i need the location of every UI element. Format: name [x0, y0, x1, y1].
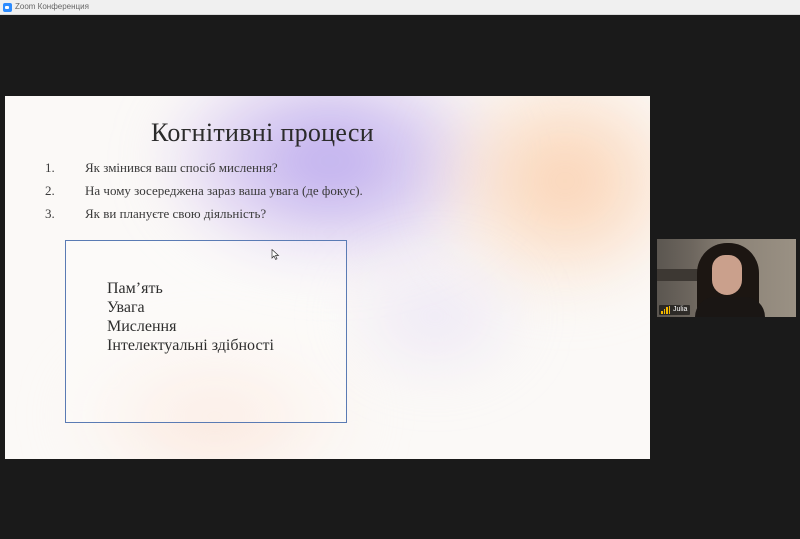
zoom-app-icon: [3, 2, 12, 12]
participant-name-tag: Julia: [659, 305, 691, 315]
meeting-stage: Когнітивні процеси 1. Як змінився ваш сп…: [0, 15, 800, 539]
term-item: Увага: [107, 299, 145, 316]
participant-face: [712, 255, 742, 295]
term-item: Інтелектуальні здібності: [107, 337, 274, 354]
window-title: Zoom Конференция: [15, 2, 89, 11]
terms-textbox: Пам’ять Увага Мислення Інтелектуальні зд…: [65, 240, 347, 423]
terms-list: Пам’ять Увага Мислення Інтелектуальні зд…: [107, 279, 274, 355]
question-number: 1.: [45, 160, 55, 175]
mouse-pointer-icon: [271, 249, 280, 260]
decorative-gradient: [335, 246, 535, 386]
participant-name: Julia: [673, 306, 688, 313]
question-text: Як змінився ваш спосіб мислення?: [85, 160, 278, 175]
question-text: Як ви плануєте свою діяльність?: [85, 206, 267, 221]
shared-screen-slide[interactable]: Когнітивні процеси 1. Як змінився ваш сп…: [5, 96, 650, 459]
question-number: 2.: [45, 183, 55, 198]
question-item: 3. Як ви плануєте свою діяльність?: [45, 206, 363, 229]
term-item: Мислення: [107, 318, 177, 335]
window-titlebar: Zoom Конференция: [0, 0, 800, 15]
connection-signal-icon: [661, 306, 670, 314]
participant-body: [695, 297, 765, 317]
question-item: 2. На чому зосереджена зараз ваша увага …: [45, 183, 363, 206]
slide-title: Когнітивні процеси: [151, 118, 374, 147]
question-number: 3.: [45, 206, 55, 221]
question-text: На чому зосереджена зараз ваша увага (де…: [85, 183, 363, 198]
participant-video-tile[interactable]: Julia: [657, 239, 796, 317]
question-list: 1. Як змінився ваш спосіб мислення? 2. Н…: [45, 160, 363, 229]
question-item: 1. Як змінився ваш спосіб мислення?: [45, 160, 363, 183]
term-item: Пам’ять: [107, 280, 163, 297]
